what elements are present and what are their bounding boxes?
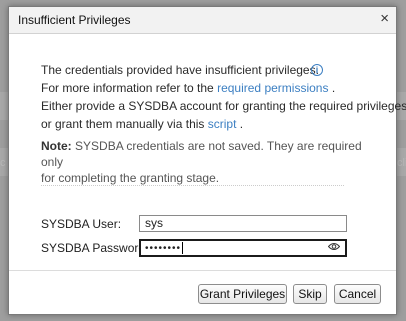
note-label: Note: [41,139,72,153]
message-line-2: For more information refer to the requir… [41,79,371,97]
sysdba-user-input[interactable]: sys [139,215,347,232]
script-link[interactable]: script [208,117,237,131]
text-caret [182,241,184,254]
insufficient-privileges-dialog: Insufficient Privileges × The credential… [8,6,406,315]
note-line-1: SYSDBA credentials are not saved. They a… [41,139,362,169]
required-permissions-link[interactable]: required permissions [217,81,328,95]
dialog-title: Insufficient Privileges [18,13,131,27]
eye-icon[interactable] [327,242,341,255]
note-text: Note: SYSDBA credentials are not saved. … [41,138,371,186]
sysdba-user-label: SYSDBA User: [41,217,122,231]
dialog-footer: Grant Privileges Skip Cancel [9,270,396,314]
note-line-2: for completing the granting stage. [41,171,220,185]
message-line-2-text: For more information refer to the [41,81,214,95]
sysdba-password-input[interactable]: •••••••• [139,239,347,257]
message-line-2-end: . [331,81,336,95]
background-text-right: clic [397,157,406,169]
sysdba-user-value: sys [145,216,163,230]
skip-button[interactable]: Skip [293,284,327,304]
cancel-button[interactable]: Cancel [334,284,381,304]
message-line-3: Either provide a SYSDBA account for gran… [41,99,406,113]
background-text-left: c [0,157,6,169]
message-line-4-text: or grant them manually via this [41,117,205,131]
info-icon[interactable]: i [311,64,323,76]
message-line-4-end: . [239,117,244,131]
close-icon[interactable]: × [380,10,389,28]
sysdba-password-label: SYSDBA Password: [41,241,149,255]
dialog-titlebar: Insufficient Privileges × [9,7,396,34]
message-line-4: or grant them manually via this script . [41,115,371,133]
separator [41,185,344,186]
grant-privileges-button[interactable]: Grant Privileges [198,284,287,304]
sysdba-password-value: •••••••• [145,243,182,254]
